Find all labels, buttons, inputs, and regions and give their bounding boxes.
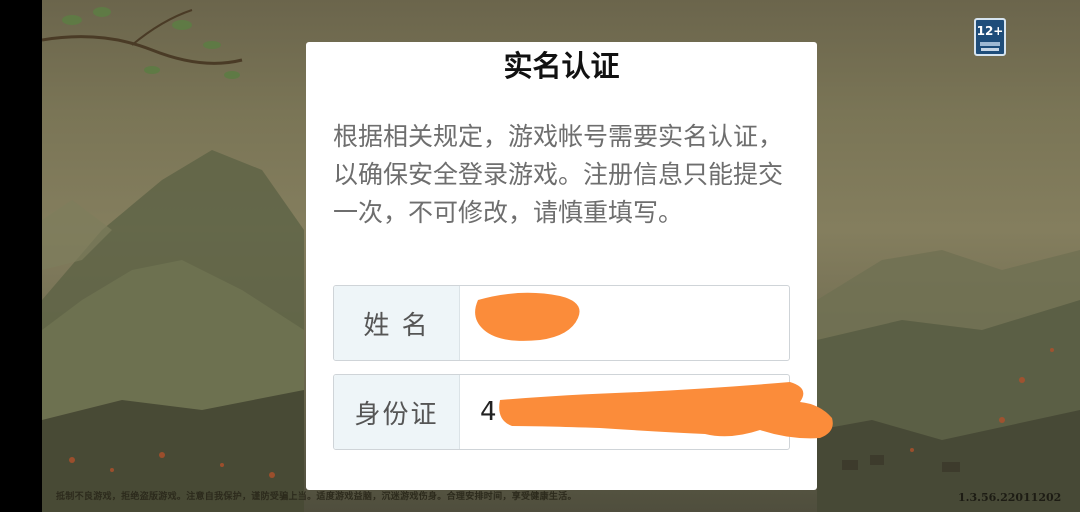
version-label: 1.3.56.22011202: [958, 491, 1062, 504]
name-field-label: 姓 名: [334, 286, 460, 360]
dialog-description: 根据相关规定，游戏帐号需要实名认证，以确保安全登录游戏。注册信息只能提交一次，不…: [333, 122, 784, 227]
dialog-title: 实名认证: [503, 49, 620, 83]
health-gaming-notice: 抵制不良游戏，拒绝盗版游戏。注意自我保护，谨防受骗上当。适度游戏益脑，沉迷游戏伤…: [56, 492, 577, 502]
id-card-field[interactable]: 身份证 4: [333, 374, 790, 450]
age-rating-stripe-2: [981, 48, 999, 51]
age-rating-stripe: [980, 42, 1000, 46]
id-card-field-label: 身份证: [334, 375, 460, 449]
age-rating-badge: 12+: [974, 18, 1006, 56]
id-card-input[interactable]: 4: [480, 375, 497, 449]
name-field[interactable]: 姓 名: [333, 285, 790, 361]
realname-auth-dialog: 实名认证 根据相关规定，游戏帐号需要实名认证，以确保安全登录游戏。注册信息只能提…: [306, 42, 817, 490]
age-rating-label: 12+: [976, 24, 1004, 38]
screen: 12+ 抵制不良游戏，拒绝盗版游戏。注意自我保护，谨防受骗上当。适度游戏益脑，沉…: [0, 0, 1080, 512]
